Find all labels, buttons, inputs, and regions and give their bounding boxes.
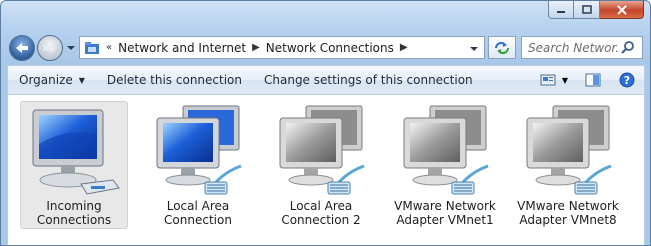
navigation-buttons — [9, 34, 76, 62]
close-button[interactable] — [600, 1, 644, 19]
back-arrow-icon — [16, 43, 28, 53]
close-icon — [616, 4, 627, 15]
chevron-down-icon — [470, 46, 478, 51]
chevron-down-icon: ▼ — [78, 75, 85, 85]
chevron-down-icon — [67, 46, 75, 50]
maximize-button[interactable] — [574, 1, 600, 19]
connection-label: Local Area Connection 2 — [281, 199, 361, 227]
explorer-window: « Network and Internet ▶ Network Connect… — [0, 0, 651, 246]
connections-list: Incoming Connections Local Area Connecti… — [7, 95, 645, 245]
delete-connection-button[interactable]: Delete this connection — [96, 66, 253, 94]
refresh-icon — [495, 41, 509, 54]
svg-text:?: ? — [624, 74, 630, 87]
help-icon: ? — [619, 72, 635, 88]
connection-item[interactable]: VMware Network Adapter VMnet8 — [514, 101, 622, 229]
address-dropdown[interactable] — [470, 41, 478, 55]
breadcrumb-network-connections[interactable]: Network Connections — [262, 41, 398, 55]
views-icon — [540, 74, 556, 86]
views-button[interactable]: ▼ — [532, 66, 576, 94]
change-settings-button[interactable]: Change settings of this connection — [253, 66, 484, 94]
address-overflow[interactable]: « — [104, 42, 114, 53]
connection-item[interactable]: Incoming Connections — [20, 101, 128, 229]
connection-label: VMware Network Adapter VMnet1 — [394, 199, 496, 227]
minimize-button[interactable] — [548, 1, 574, 19]
address-bar[interactable]: « Network and Internet ▶ Network Connect… — [79, 36, 485, 59]
organize-label: Organize — [19, 73, 73, 87]
recent-pages-dropdown[interactable] — [66, 43, 76, 53]
caption-buttons — [548, 1, 644, 19]
connection-item[interactable]: Local Area Connection 2 — [267, 101, 375, 229]
preview-pane-button[interactable] — [576, 66, 610, 94]
connection-label: Local Area Connection — [164, 199, 232, 227]
search-input[interactable] — [528, 40, 620, 55]
incoming-connections-icon — [32, 109, 120, 195]
network-adapter-disabled-icon — [279, 105, 365, 195]
breadcrumb-separator-icon[interactable]: ▶ — [250, 42, 262, 53]
delete-connection-label: Delete this connection — [106, 73, 242, 87]
forward-button[interactable] — [37, 35, 63, 61]
network-adapter-disabled-icon — [403, 105, 489, 195]
network-adapter-icon — [156, 105, 242, 195]
refresh-button[interactable] — [488, 36, 516, 59]
minimize-icon — [557, 10, 565, 13]
organize-button[interactable]: Organize ▼ — [8, 66, 96, 94]
back-button[interactable] — [9, 35, 35, 61]
search-box[interactable] — [521, 36, 643, 59]
maximize-icon — [581, 5, 592, 14]
forward-arrow-icon — [44, 43, 56, 53]
help-button[interactable]: ? — [610, 66, 644, 94]
network-adapter-disabled-icon — [526, 105, 612, 195]
connection-label: Incoming Connections — [36, 199, 112, 227]
chevron-down-icon: ▼ — [561, 75, 569, 85]
change-settings-label: Change settings of this connection — [264, 73, 473, 87]
connection-label: VMware Network Adapter VMnet8 — [517, 199, 619, 227]
network-folder-icon — [85, 41, 99, 54]
breadcrumb-separator-icon[interactable]: ▶ — [398, 42, 410, 53]
command-bar: Organize ▼ Delete this connection Change… — [7, 65, 645, 95]
breadcrumb-network-and-internet[interactable]: Network and Internet — [114, 41, 250, 55]
search-icon[interactable] — [620, 40, 636, 56]
preview-pane-icon — [585, 73, 601, 87]
connection-item[interactable]: VMware Network Adapter VMnet1 — [391, 101, 499, 229]
connection-item[interactable]: Local Area Connection — [144, 101, 252, 229]
